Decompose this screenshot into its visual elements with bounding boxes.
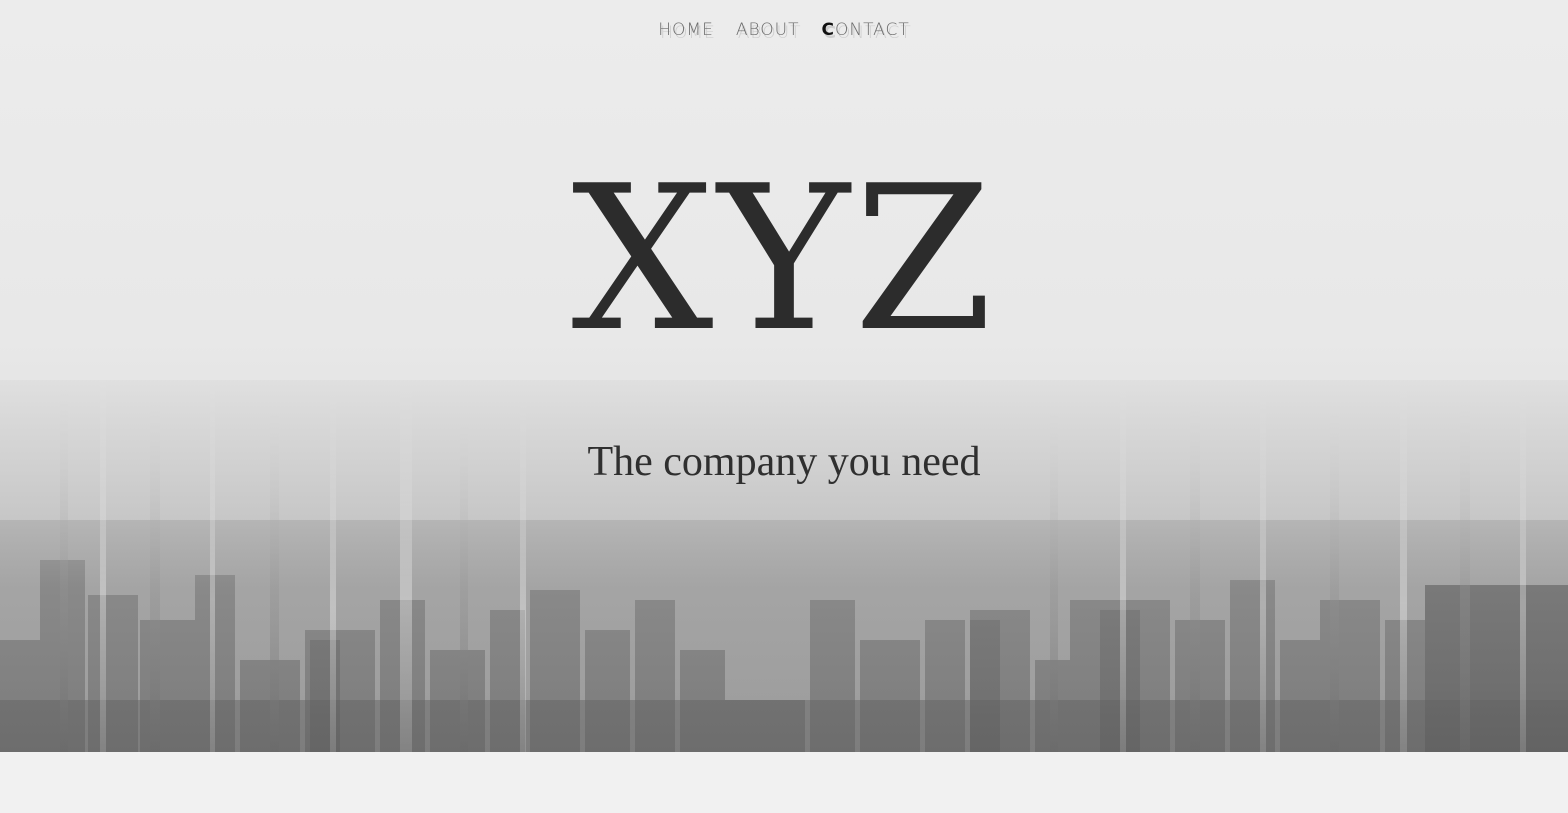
nav-about-link[interactable]: ABOUT: [736, 20, 800, 40]
nav-contact-rest: ONTACT: [834, 20, 910, 40]
top-nav: HOME ABOUT CONTACT: [0, 20, 1568, 40]
brand-title: XYZ: [571, 143, 997, 376]
nav-contact-first-letter: C: [821, 20, 835, 40]
nav-home-link[interactable]: HOME: [658, 20, 714, 40]
nav-contact-link[interactable]: CONTACT: [822, 20, 910, 40]
city-skyline-image: [0, 0, 1568, 752]
page: HOME ABOUT CONTACT XYZ The company you n…: [0, 0, 1568, 813]
hero-section: HOME ABOUT CONTACT XYZ The company you n…: [0, 0, 1568, 752]
tagline: The company you need: [587, 439, 981, 485]
below-hero-area: [0, 752, 1568, 813]
